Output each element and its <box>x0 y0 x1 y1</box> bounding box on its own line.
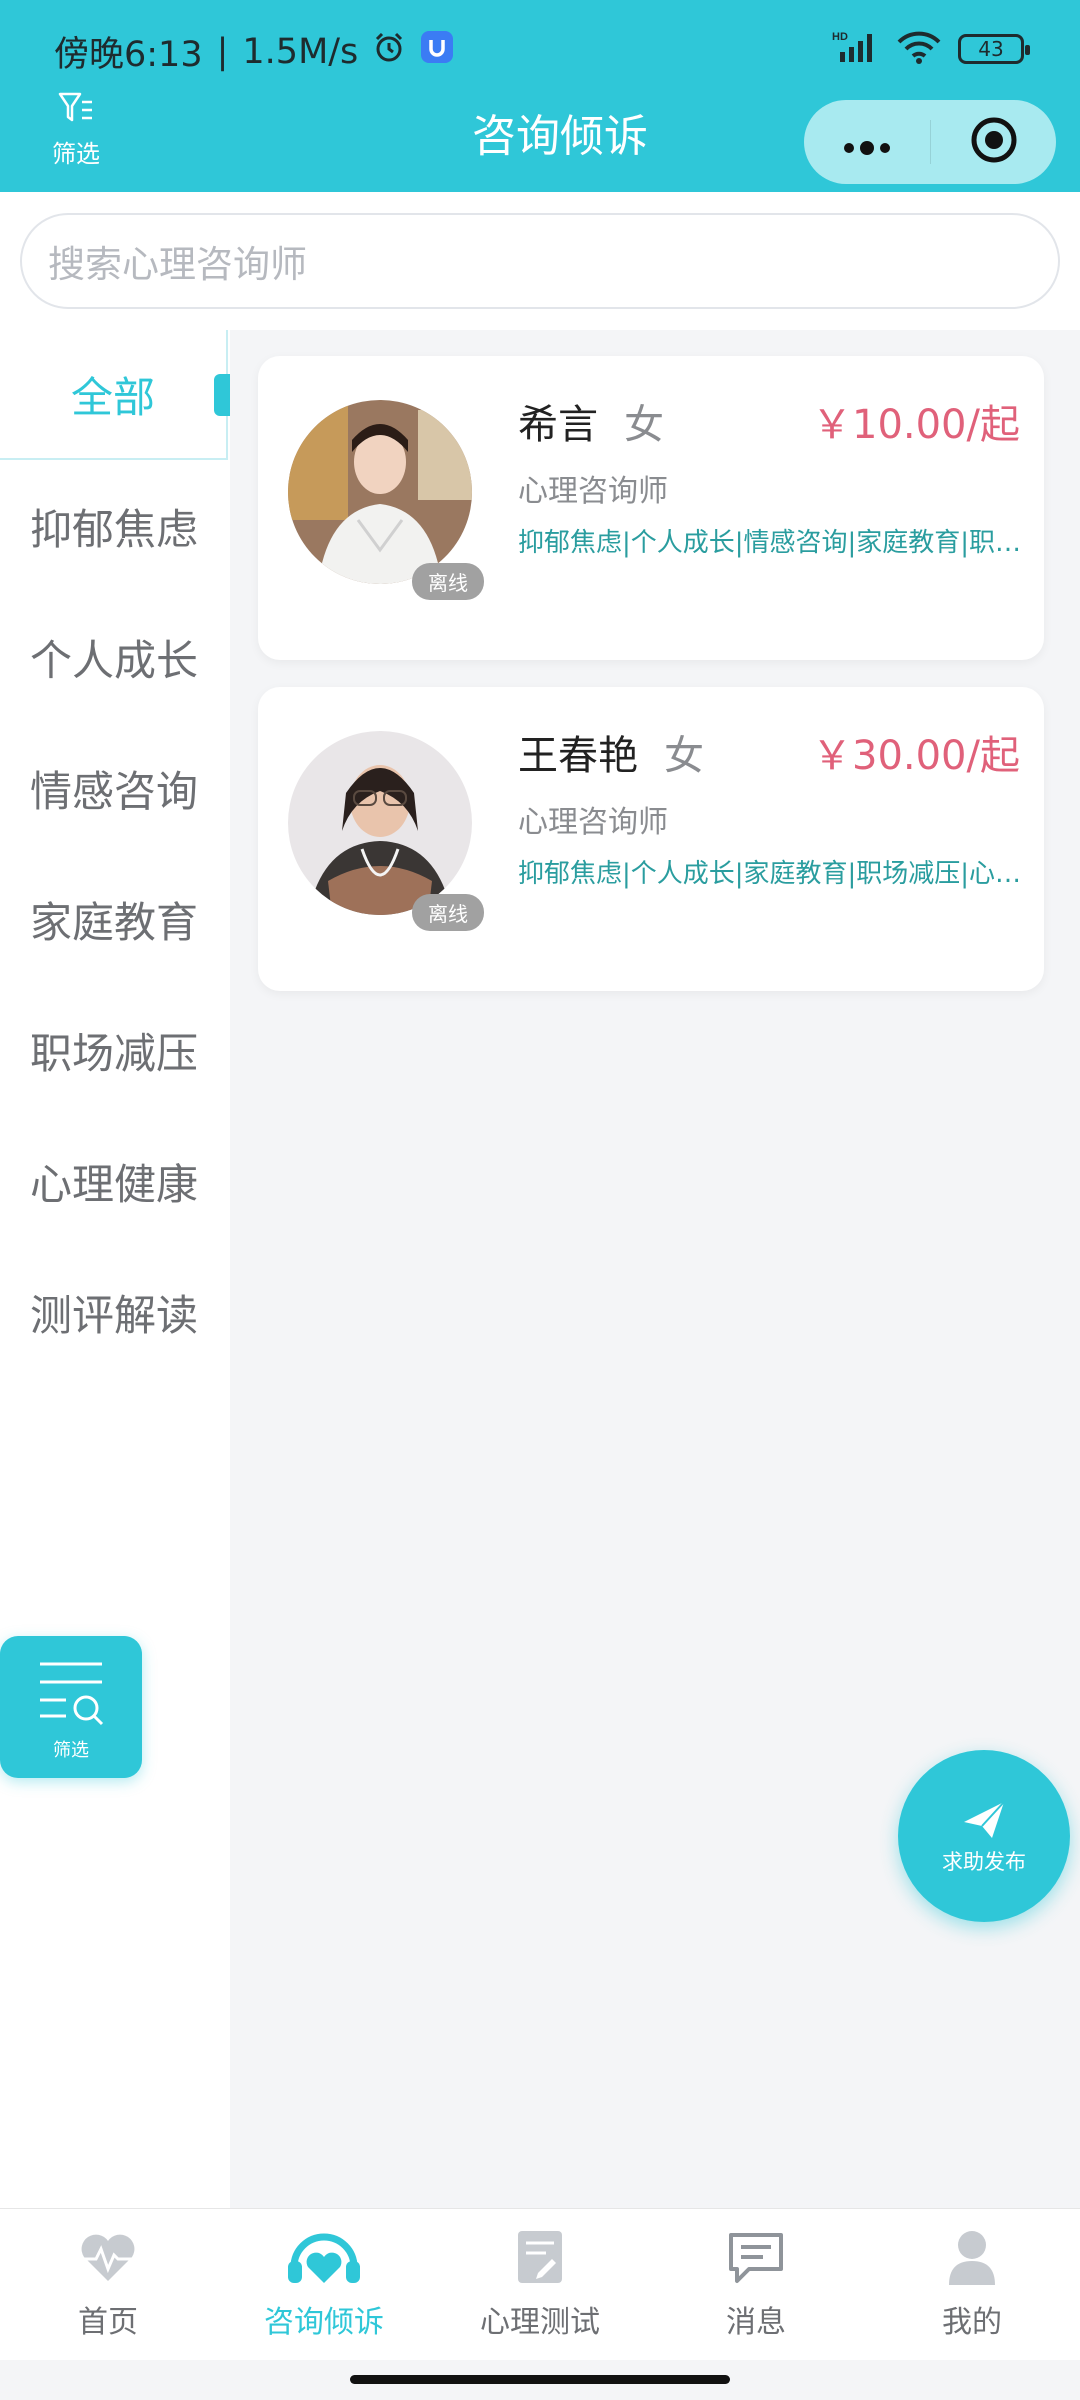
sidebar-item-label: 个人成长 <box>29 635 198 685</box>
sidebar-item-label: 测评解读 <box>29 1290 198 1340</box>
sidebar-item-assessment[interactable]: 测评解读 <box>0 1247 228 1377</box>
sidebar-item-label: 全部 <box>70 372 155 422</box>
svg-text:HD: HD <box>832 31 848 43</box>
app-notification-icon <box>420 30 454 73</box>
heartbeat-icon <box>78 2231 138 2289</box>
tab-label: 咨询倾诉 <box>264 2305 384 2340</box>
alarm-icon <box>372 30 406 73</box>
counselor-price: ￥10.00/起 <box>812 402 1020 448</box>
status-time: 傍晚6:13 <box>54 35 203 75</box>
close-miniprogram-button[interactable] <box>931 115 1056 169</box>
counselor-role: 心理咨询师 <box>518 474 668 509</box>
sidebar-item-label: 抑郁焦虑 <box>29 504 198 554</box>
tab-label: 首页 <box>78 2305 138 2340</box>
tab-label: 消息 <box>726 2305 786 2340</box>
floating-filter-label: 筛选 <box>53 1740 89 1761</box>
active-indicator <box>214 374 230 416</box>
tab-test[interactable]: 心理测试 <box>432 2209 648 2360</box>
battery-icon: 43 <box>958 34 1030 64</box>
header: 傍晚6:13 | 1.5M/s HD 43 筛选 咨询倾诉 <box>0 0 1080 192</box>
counselor-card[interactable]: 离线 王春艳女 ￥30.00/起 心理咨询师 抑郁焦虑|个人成长|家庭教育|职场… <box>258 687 1044 991</box>
search-input[interactable]: 搜索心理咨询师 <box>20 213 1060 309</box>
sidebar-item-all[interactable]: 全部 <box>0 330 230 460</box>
counselor-name: 王春艳 <box>518 733 638 779</box>
tab-label: 心理测试 <box>480 2305 600 2340</box>
tab-profile[interactable]: 我的 <box>864 2209 1080 2360</box>
filter-search-icon <box>36 1658 106 1732</box>
more-dots-icon <box>837 114 897 170</box>
sidebar-item-family-education[interactable]: 家庭教育 <box>0 854 228 984</box>
tab-home[interactable]: 首页 <box>0 2209 216 2360</box>
user-icon <box>947 2229 997 2289</box>
sidebar-item-label: 心理健康 <box>29 1159 198 1209</box>
counselor-card[interactable]: 离线 希言女 ￥10.00/起 心理咨询师 抑郁焦虑|个人成长|情感咨询|家庭教… <box>258 356 1044 660</box>
counselor-gender: 女 <box>664 733 704 779</box>
sidebar-item-relationship[interactable]: 情感咨询 <box>0 723 228 853</box>
help-publish-button[interactable]: 求助发布 <box>898 1750 1070 1922</box>
status-badge: 离线 <box>412 894 484 931</box>
target-circle-icon <box>969 115 1019 169</box>
tab-messages[interactable]: 消息 <box>648 2209 864 2360</box>
sidebar-item-label: 家庭教育 <box>29 897 198 947</box>
tab-label: 我的 <box>942 2305 1002 2340</box>
category-sidebar: 全部 抑郁焦虑 个人成长 情感咨询 家庭教育 职场减压 心理健康 测评解读 <box>0 330 230 2208</box>
counselor-role: 心理咨询师 <box>518 805 668 840</box>
counselor-gender: 女 <box>624 402 664 448</box>
sidebar-item-work-stress[interactable]: 职场减压 <box>0 985 228 1115</box>
chat-icon <box>727 2231 785 2289</box>
headphones-heart-icon <box>286 2227 362 2289</box>
status-bar: 傍晚6:13 | 1.5M/s HD 43 <box>0 0 1080 96</box>
sidebar-item-label: 情感咨询 <box>29 766 198 816</box>
bottom-tab-bar: 首页 咨询倾诉 心理测试 消息 我的 <box>0 2208 1080 2360</box>
sidebar-item-mental-health[interactable]: 心理健康 <box>0 1116 228 1246</box>
tab-consult[interactable]: 咨询倾诉 <box>216 2209 432 2360</box>
counselor-tags: 抑郁焦虑|个人成长|情感咨询|家庭教育|职场减压|心理健康 <box>518 528 1024 558</box>
counselor-tags: 抑郁焦虑|个人成长|家庭教育|职场减压|心理健康|测评解读 <box>518 859 1024 889</box>
sidebar-item-label: 职场减压 <box>29 1028 198 1078</box>
help-publish-label: 求助发布 <box>942 1850 1026 1874</box>
status-badge: 离线 <box>412 563 484 600</box>
network-speed: 1.5M/s <box>242 31 359 72</box>
mini-program-capsule <box>804 100 1056 184</box>
floating-filter-button[interactable]: 筛选 <box>0 1636 142 1778</box>
counselor-name: 希言 <box>518 402 598 448</box>
signal-icon: HD <box>832 30 880 68</box>
sidebar-item-personal-growth[interactable]: 个人成长 <box>0 592 228 722</box>
paper-plane-icon <box>962 1800 1006 1844</box>
avatar <box>288 731 472 915</box>
counselor-price: ￥30.00/起 <box>812 733 1020 779</box>
wifi-icon <box>896 30 942 68</box>
home-indicator[interactable] <box>350 2375 730 2384</box>
sidebar-item-depression-anxiety[interactable]: 抑郁焦虑 <box>0 461 228 591</box>
more-button[interactable] <box>804 118 930 166</box>
document-edit-icon <box>516 2229 564 2289</box>
avatar <box>288 400 472 584</box>
search-area: 搜索心理咨询师 <box>0 192 1080 330</box>
